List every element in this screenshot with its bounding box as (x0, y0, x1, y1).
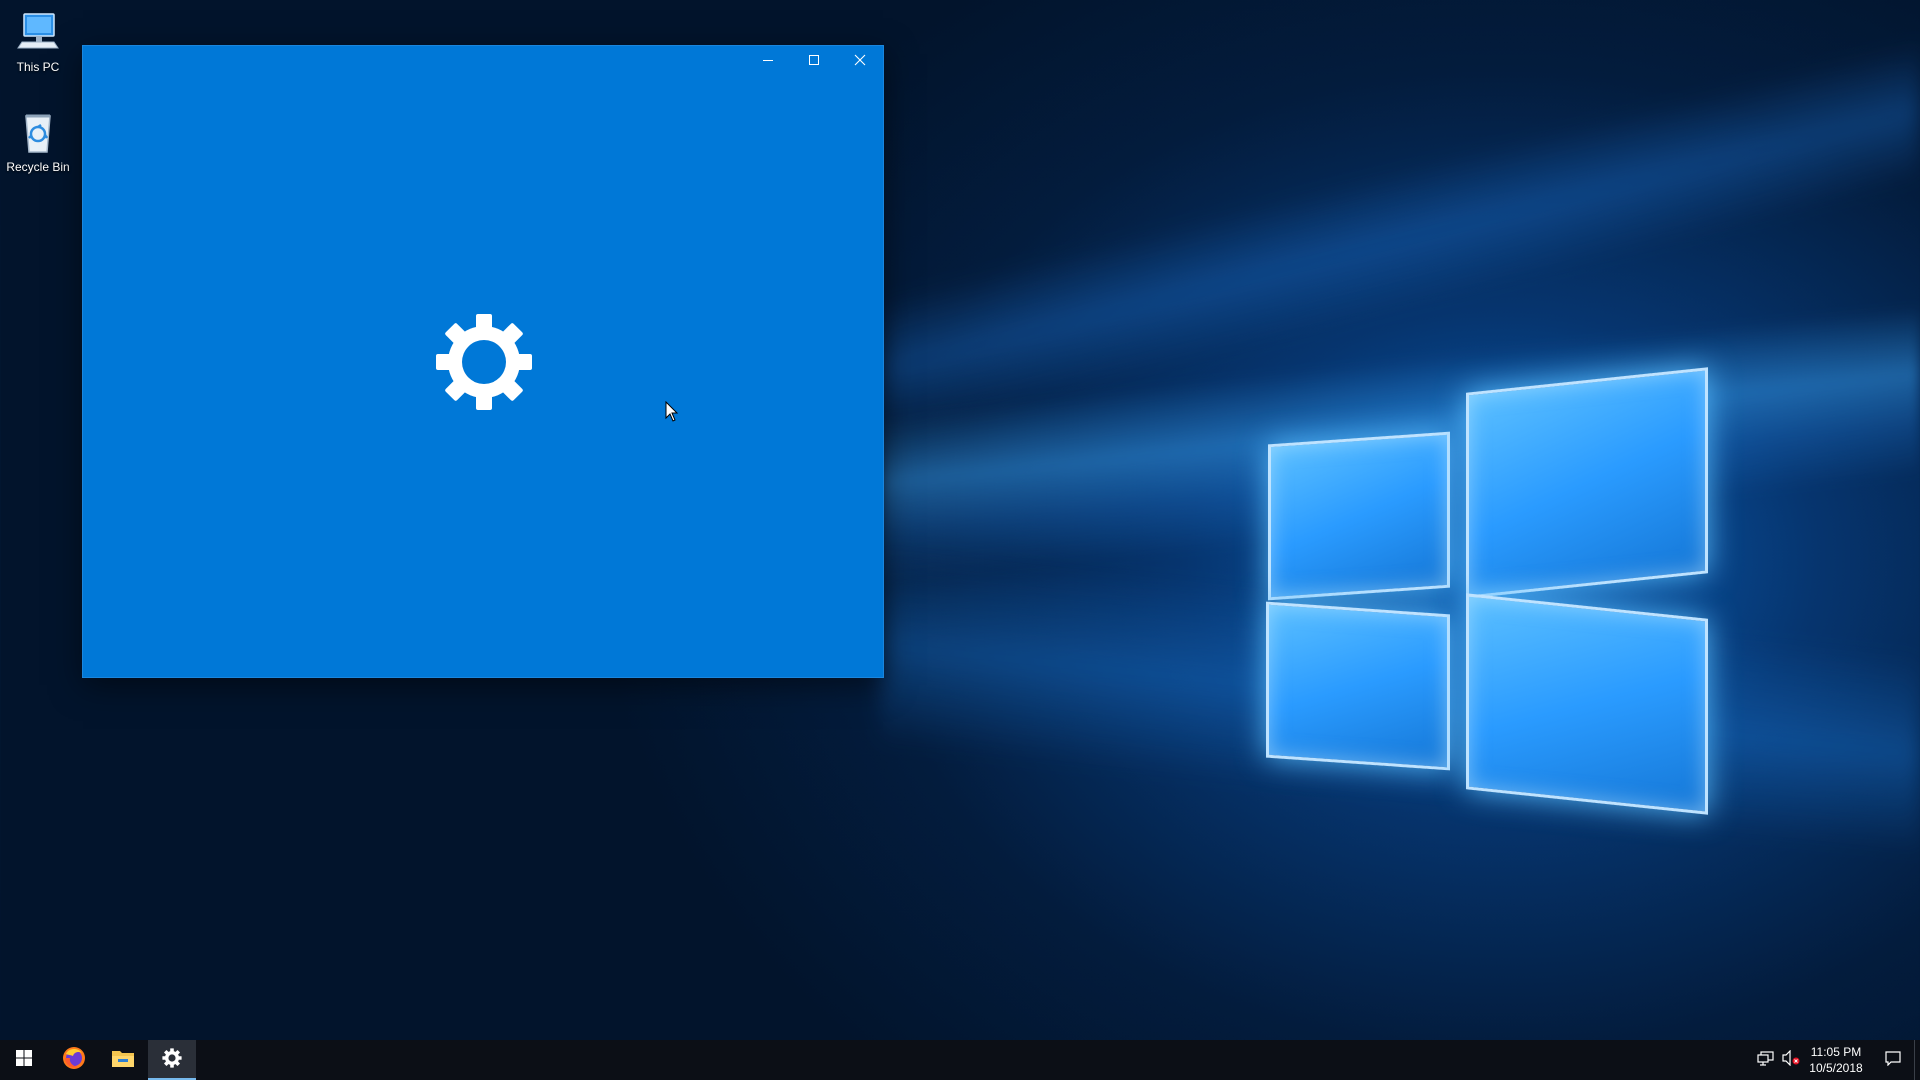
show-desktop-button[interactable] (1914, 1040, 1920, 1080)
start-button[interactable] (0, 1040, 48, 1080)
desktop-icon-label: This PC (16, 60, 60, 74)
firefox-icon (62, 1046, 86, 1075)
desktop-icon-label: Recycle Bin (6, 160, 70, 174)
taskbar-settings-button[interactable] (148, 1040, 196, 1080)
gear-icon (434, 312, 534, 412)
clock-time: 11:05 PM (1810, 1045, 1862, 1059)
network-icon (1757, 1050, 1775, 1071)
clock-date: 10/5/2018 (1809, 1061, 1863, 1075)
maximize-icon (808, 53, 820, 71)
windows-logo-icon (16, 1049, 32, 1071)
desktop-icon-recycle-bin[interactable]: Recycle Bin (0, 108, 76, 174)
maximize-button[interactable] (791, 46, 837, 78)
minimize-button[interactable] (745, 46, 791, 78)
action-center-button[interactable] (1876, 1040, 1910, 1080)
close-icon (854, 53, 866, 71)
taskbar-file-explorer-button[interactable] (99, 1040, 147, 1080)
folder-icon (111, 1047, 135, 1074)
close-button[interactable] (837, 46, 883, 78)
taskbar-clock[interactable]: 11:05 PM 10/5/2018 (1796, 1040, 1876, 1080)
desktop-icon-this-pc[interactable]: This PC (0, 8, 76, 74)
mouse-cursor-icon (665, 400, 679, 423)
this-pc-icon (14, 8, 62, 56)
settings-window[interactable] (83, 46, 883, 677)
action-center-icon (1885, 1050, 1901, 1071)
wallpaper-windows-logo (1260, 367, 1720, 830)
window-titlebar[interactable] (745, 46, 883, 78)
gear-icon (162, 1047, 182, 1073)
taskbar-firefox-button[interactable] (50, 1040, 98, 1080)
minimize-icon (762, 53, 774, 71)
tray-network-button[interactable] (1754, 1040, 1778, 1080)
taskbar: 11:05 PM 10/5/2018 (0, 1040, 1920, 1080)
recycle-bin-icon (14, 108, 62, 156)
